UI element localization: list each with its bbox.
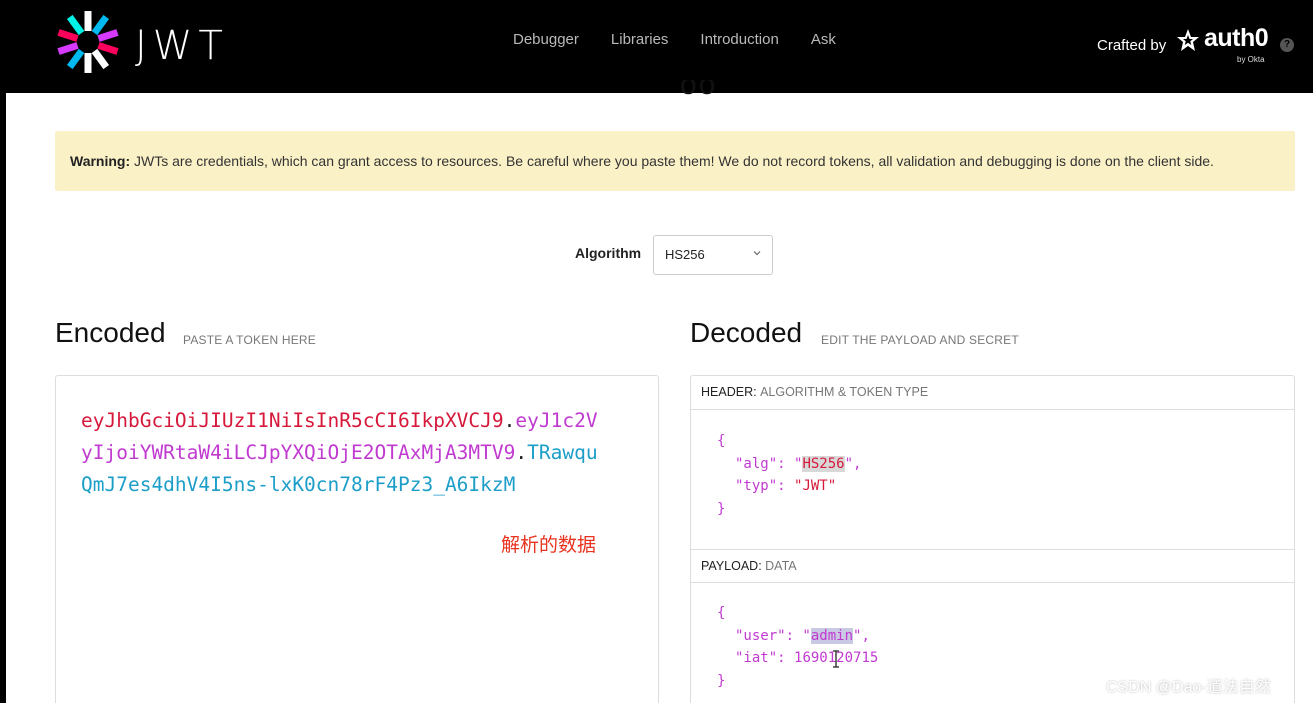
- nav-link-libraries[interactable]: Libraries: [611, 31, 669, 48]
- json-close-brace: }: [717, 500, 726, 517]
- warning-text: JWTs are credentials, which can grant ac…: [130, 153, 1214, 169]
- jwt-logo[interactable]: JWT: [55, 9, 255, 75]
- by-okta-label: by Okta: [1237, 55, 1265, 64]
- logo-wordmark: JWT: [135, 23, 229, 69]
- nav-link-introduction[interactable]: Introduction: [700, 31, 778, 48]
- top-navigation-bar: JWT Debugger Libraries Introduction Ask …: [0, 0, 1313, 93]
- user-value: admin: [810, 627, 854, 644]
- warning-banner: Warning: JWTs are credentials, which can…: [55, 131, 1295, 191]
- token-header-part: eyJhbGciOiJIUzI1NiIsInR5cCI6IkpXVCJ9: [81, 409, 504, 432]
- decoded-panel: HEADER: ALGORITHM & TOKEN TYPE { "alg": …: [690, 375, 1295, 703]
- watermark: CSDN @Dao-道法自然: [1106, 679, 1271, 696]
- json-line-alg: "alg": "HS256",: [735, 455, 862, 472]
- auth0-logo[interactable]: auth0 by Okta: [1176, 24, 1276, 66]
- token-dot: .: [503, 409, 516, 432]
- json-line-iat: "iat": 1690120715: [735, 650, 879, 666]
- text-cursor-icon: [833, 650, 839, 668]
- help-icon[interactable]: ?: [1280, 38, 1294, 52]
- main-nav: Debugger Libraries Introduction Ask: [513, 31, 836, 48]
- payload-section-title: PAYLOAD: DATA: [691, 549, 1294, 583]
- payload-section-desc: DATA: [765, 559, 797, 573]
- json-open-brace: {: [717, 605, 726, 621]
- header-section-label: HEADER:: [701, 385, 757, 399]
- encoded-token-editor[interactable]: eyJhbGciOiJIUzI1NiIsInR5cCI6IkpXVCJ9.eyJ…: [55, 375, 659, 703]
- algorithm-label: Algorithm: [575, 245, 642, 261]
- json-open-brace: {: [717, 433, 726, 449]
- header-section-title: HEADER: ALGORITHM & TOKEN TYPE: [691, 376, 1294, 410]
- encoded-title: Encoded: [55, 317, 166, 348]
- payload-section-label: PAYLOAD:: [701, 559, 762, 573]
- json-line-user: "user": "admin",: [735, 627, 870, 644]
- algorithm-value: HS256: [665, 247, 705, 262]
- header-section-desc: ALGORITHM & TOKEN TYPE: [760, 385, 929, 399]
- crafted-by-label: Crafted by: [1097, 37, 1167, 54]
- window-edge: [0, 0, 6, 703]
- algorithm-select[interactable]: HS256: [653, 235, 773, 275]
- auth0-star-icon: [1177, 29, 1199, 51]
- jwt-logo-icon: [57, 11, 119, 73]
- token-text[interactable]: eyJhbGciOiJIUzI1NiIsInR5cCI6IkpXVCJ9.eyJ…: [81, 405, 601, 501]
- auth0-wordmark: auth0: [1204, 24, 1269, 52]
- chevron-down-icon: [753, 251, 761, 256]
- nav-link-debugger[interactable]: Debugger: [513, 31, 579, 48]
- nav-link-ask[interactable]: Ask: [811, 31, 836, 48]
- alg-value: HS256: [802, 455, 845, 472]
- decoded-title: Decoded: [690, 317, 803, 348]
- warning-label: Warning:: [70, 153, 131, 169]
- token-dot: .: [515, 441, 528, 464]
- typ-value: "JWT": [794, 478, 837, 494]
- annotation-text: 解析的数据: [501, 534, 597, 556]
- json-line-typ: "typ": "JWT": [735, 478, 837, 494]
- scrolled-title-fragment: oo: [680, 80, 718, 100]
- decoded-subtitle: EDIT THE PAYLOAD AND SECRET: [821, 333, 1019, 347]
- header-json-editor[interactable]: { "alg": "HS256", "typ": "JWT" }: [691, 430, 1294, 550]
- encoded-subtitle: PASTE A TOKEN HERE: [183, 333, 316, 347]
